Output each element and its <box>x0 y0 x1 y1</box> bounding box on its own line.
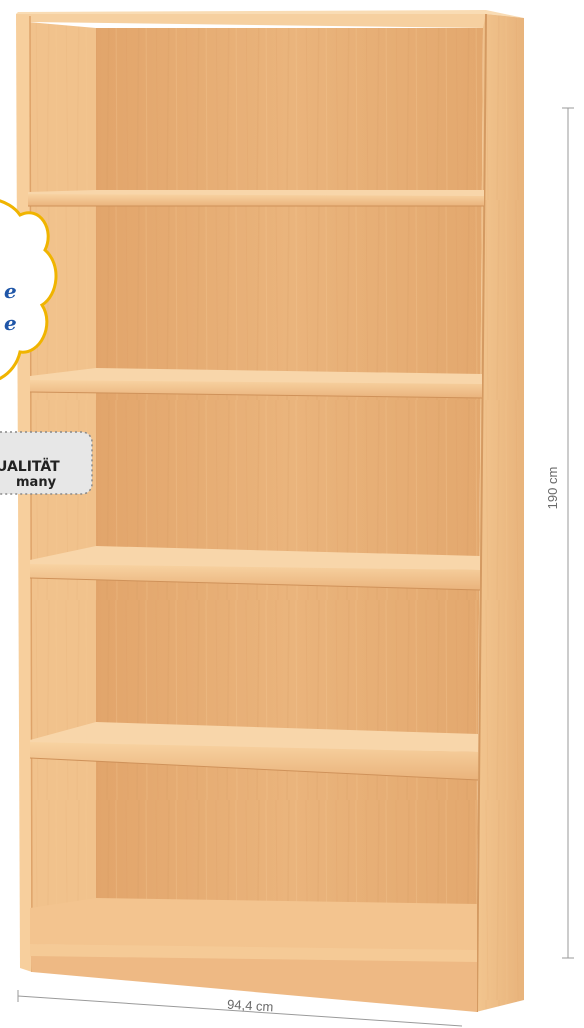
quality-label-line1: UALITÄT <box>0 458 60 475</box>
bookshelf-scene: e e UALITÄT many 190 cm 94,4 cm <box>0 10 574 1027</box>
width-label: 94,4 cm <box>227 997 274 1015</box>
bookshelf <box>16 10 524 1013</box>
badge-text-line1: e <box>4 279 17 303</box>
shelf-1 <box>28 190 484 207</box>
quality-label-line2: many <box>16 475 57 490</box>
bottom-floor <box>30 898 477 950</box>
top-panel <box>16 14 522 28</box>
badge-text-line2: e <box>4 311 17 335</box>
quality-label: UALITÄT many <box>0 431 93 495</box>
height-label: 190 cm <box>545 467 560 510</box>
